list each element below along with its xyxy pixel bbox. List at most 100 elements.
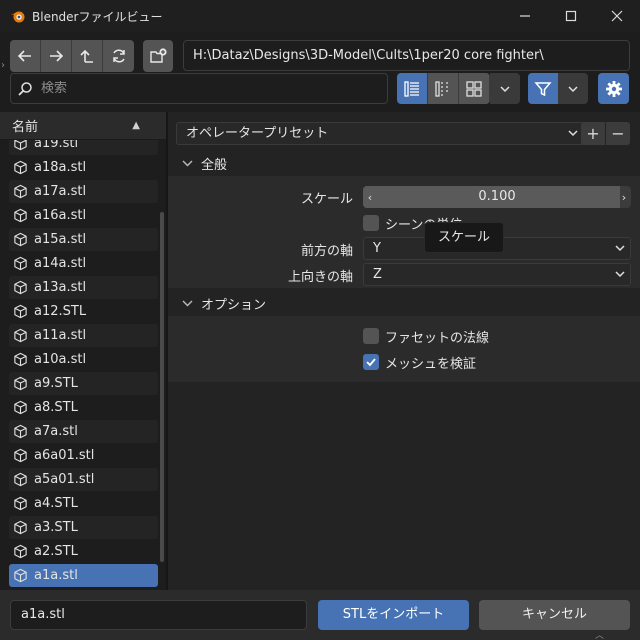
facet-normals-label: ファセットの法線 [385, 330, 490, 346]
file-row[interactable]: a8.STL [9, 396, 158, 419]
file-row[interactable]: a15a.stl [9, 228, 158, 251]
vertical-list-button[interactable] [397, 73, 428, 104]
up-axis-label: 上向きの軸 [287, 270, 353, 285]
file-row[interactable]: a7a.stl [9, 420, 158, 443]
general-section-title: 全般 [201, 157, 228, 173]
file-name-label: a5a01.stl [34, 472, 95, 487]
parent-dir-icon [80, 49, 93, 63]
operator-panel: オペレータープリセット + − 全般 スケール ‹ 0.100 › シーンの単位… [168, 112, 640, 590]
file-name-label: a14a.stl [34, 256, 87, 271]
preset-label: オペレータープリセット [186, 126, 329, 141]
mesh-cube-icon [14, 472, 27, 487]
forward-axis-value: Y [373, 241, 381, 256]
general-section-body: スケール ‹ 0.100 › シーンの単位 前方の軸 Y 上向きの軸 Z [168, 176, 640, 288]
file-row[interactable]: a1a.stl [9, 564, 158, 587]
operator-presets-dropdown[interactable]: オペレータープリセット [176, 122, 584, 145]
mesh-cube-icon [14, 140, 27, 151]
horizontal-list-button[interactable] [428, 73, 459, 104]
window-title: Blenderファイルビュー [32, 9, 163, 24]
file-name-label: a7a.stl [34, 424, 78, 439]
file-row[interactable]: a10a.stl [9, 348, 158, 371]
maximize-button[interactable] [548, 0, 594, 32]
scale-tooltip: スケール [424, 222, 504, 253]
mesh-cube-icon [14, 496, 27, 511]
options-section-header[interactable]: オプション [168, 290, 640, 316]
mesh-cube-icon [14, 376, 27, 391]
back-button[interactable] [10, 40, 41, 72]
mesh-cube-icon [14, 328, 27, 343]
new-folder-button[interactable] [143, 40, 173, 72]
file-row[interactable]: a3.STL [9, 516, 158, 539]
mesh-cube-icon [14, 280, 27, 295]
search-input[interactable] [41, 81, 361, 96]
mesh-cube-icon [14, 544, 27, 559]
scale-increment-icon[interactable]: › [617, 186, 631, 208]
title-bar: Blenderファイルビュー [0, 0, 640, 32]
close-button[interactable] [594, 0, 640, 32]
arrow-right-icon [50, 50, 64, 62]
add-preset-button[interactable]: + [581, 122, 605, 145]
blender-logo-icon [11, 11, 25, 23]
validate-mesh-checkbox-row[interactable]: メッシュを検証 [363, 352, 476, 372]
up-axis-dropdown[interactable]: Z [363, 263, 631, 286]
resize-caret-icon[interactable]: ︿ [595, 628, 604, 640]
maximize-icon [565, 10, 577, 22]
facet-normals-checkbox[interactable] [363, 328, 379, 344]
file-name-label: a11a.stl [34, 328, 87, 343]
search-field[interactable] [10, 73, 388, 104]
file-row[interactable]: a6a01.stl [9, 444, 158, 467]
settings-button[interactable] [598, 73, 629, 104]
forward-button[interactable] [41, 40, 72, 72]
file-row[interactable]: a4.STL [9, 492, 158, 515]
scale-label: スケール [300, 192, 353, 207]
filter-settings-dropdown[interactable] [558, 73, 588, 104]
horizontal-list-icon [435, 80, 448, 97]
file-row[interactable]: a11a.stl [9, 324, 158, 347]
file-row[interactable]: a5a01.stl [9, 468, 158, 491]
minimize-button[interactable] [502, 0, 548, 32]
file-name-label: a3.STL [34, 520, 78, 535]
file-name-label: a2.STL [34, 544, 78, 559]
validate-mesh-checkbox[interactable] [363, 354, 379, 370]
file-list: a19.stl a18a.stl a17a.stl a16a.stl a15a.stl a… [0, 140, 166, 590]
import-stl-button[interactable]: STLをインポート [318, 600, 469, 630]
cancel-button[interactable]: キャンセル [479, 600, 630, 630]
mesh-cube-icon [14, 304, 27, 319]
directory-path-field[interactable]: H:\Dataz\Designs\3D-Model\Cults\1per20 c… [183, 40, 630, 71]
name-column-header[interactable]: 名前 ▲ [0, 112, 166, 140]
file-row[interactable]: a14a.stl [9, 252, 158, 275]
filter-toggle-button[interactable] [528, 73, 558, 104]
refresh-button[interactable] [103, 40, 134, 72]
scene-unit-checkbox[interactable] [363, 215, 379, 231]
mesh-cube-icon [14, 448, 27, 463]
file-row[interactable]: a19.stl [9, 140, 158, 155]
search-icon [18, 81, 32, 96]
file-browser-pane: 名前 ▲ a19.stl a18a.stl a17a.stl a16a.stl a15a… [0, 112, 166, 590]
file-name-label: a9.STL [34, 376, 78, 391]
thumbnails-button[interactable] [459, 73, 490, 104]
file-row[interactable]: a2.STL [9, 540, 158, 563]
file-row[interactable]: a17a.stl [9, 180, 158, 203]
scale-slider[interactable]: ‹ 0.100 › [363, 186, 631, 208]
file-row[interactable]: a16a.stl [9, 204, 158, 227]
file-name-label: a1a.stl [34, 568, 78, 583]
display-mode-group [397, 73, 490, 104]
mesh-cube-icon [14, 568, 27, 583]
filename-field[interactable]: a1a.stl [10, 600, 307, 630]
file-name-label: a18a.stl [34, 160, 87, 175]
file-name-label: a8.STL [34, 400, 78, 415]
display-settings-dropdown[interactable] [490, 73, 520, 104]
file-name-label: a13a.stl [34, 280, 87, 295]
parent-directory-button[interactable] [72, 40, 103, 72]
sidebar-toggle-icon[interactable]: › [1, 60, 5, 71]
file-row[interactable]: a18a.stl [9, 156, 158, 179]
file-row[interactable]: a13a.stl [9, 276, 158, 299]
arrow-left-icon [17, 50, 31, 62]
facet-normals-checkbox-row[interactable]: ファセットの法線 [363, 326, 489, 346]
file-row[interactable]: a12.STL [9, 300, 158, 323]
remove-preset-button[interactable]: − [606, 122, 630, 145]
general-section-header[interactable]: 全般 [168, 150, 640, 176]
navigation-group [10, 40, 134, 72]
file-list-scrollbar[interactable] [160, 212, 164, 562]
file-row[interactable]: a9.STL [9, 372, 158, 395]
